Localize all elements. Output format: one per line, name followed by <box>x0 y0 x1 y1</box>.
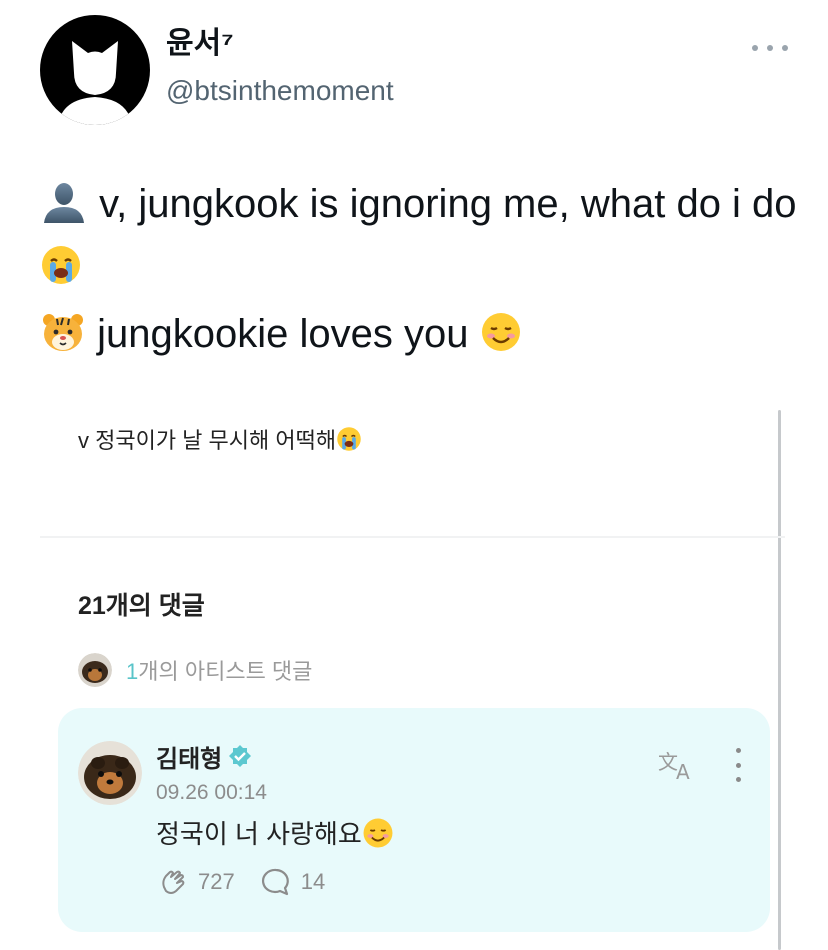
comments-count-title: 21개의 댓글 <box>78 592 205 620</box>
embedded-scrollbar <box>778 410 781 950</box>
translate-button[interactable]: 文 A <box>656 747 700 784</box>
artist-comments-count: 1 <box>126 659 139 684</box>
cheer-hands-icon <box>162 870 185 894</box>
reply-button[interactable]: 14 <box>261 867 325 897</box>
tweet-text-line-2-content: jungkookie loves you <box>97 312 469 356</box>
commenter-name-row[interactable]: 김태형 <box>156 744 252 776</box>
commenter-name: 김태형 <box>156 746 223 773</box>
more-options-button[interactable] <box>752 36 788 60</box>
tweet-text-line-2: jungkookie loves you <box>40 306 522 369</box>
more-dot-icon <box>752 45 758 51</box>
translate-icon: 文 A <box>658 750 690 784</box>
like-button[interactable]: 727 <box>158 867 235 897</box>
kebab-dot-icon <box>735 777 741 782</box>
loudly-crying-face-icon <box>336 426 362 459</box>
kebab-dot-icon <box>735 748 741 753</box>
like-count: 727 <box>198 869 235 894</box>
comment-text: 정국이 너 사랑해요 <box>156 816 394 858</box>
tiger-face-icon <box>40 311 86 369</box>
divider <box>40 536 785 538</box>
tweet-text-line-1-content: v, jungkook is ignoring me, what do i do <box>99 182 797 226</box>
loudly-crying-face-icon <box>40 244 82 302</box>
verified-badge-icon <box>228 744 252 776</box>
author-handle[interactable]: @btsinthemoment <box>166 74 394 108</box>
author-avatar[interactable] <box>40 15 150 125</box>
svg-text:文: 文 <box>658 750 678 774</box>
comment-text-content: 정국이 너 사랑해요 <box>156 819 362 849</box>
comment-timestamp: 09.26 00:14 <box>156 781 267 804</box>
smiling-face-icon <box>362 817 394 858</box>
artist-avatar <box>78 653 112 687</box>
tweet-text-line-1: v, jungkook is ignoring me, what do i do <box>40 176 800 302</box>
artist-comments-link[interactable]: 1개의 아티스트 댓글 <box>78 652 312 688</box>
kebab-dot-icon <box>735 762 741 768</box>
cat-silhouette-icon <box>58 41 132 125</box>
more-dot-icon <box>782 45 788 51</box>
author-display-name[interactable]: 윤서⁷ <box>166 26 234 62</box>
embedded-post-content: v 정국이가 날 무시해 어떡해 <box>78 428 337 453</box>
more-dot-icon <box>767 45 773 51</box>
speech-bubble-icon <box>261 868 289 896</box>
reply-count: 14 <box>300 869 326 894</box>
bust-in-silhouette-icon <box>40 181 88 239</box>
artist-comments-label: 1개의 아티스트 댓글 <box>126 654 312 686</box>
comment-stats: 727 14 <box>158 866 351 898</box>
smiling-face-icon <box>480 311 522 369</box>
commenter-avatar[interactable] <box>78 741 142 805</box>
artist-comments-text: 개의 아티스트 댓글 <box>138 659 313 684</box>
embedded-post-text: v 정국이가 날 무시해 어떡해 <box>78 426 362 459</box>
svg-text:A: A <box>676 760 690 783</box>
comment-more-button[interactable] <box>728 748 748 782</box>
